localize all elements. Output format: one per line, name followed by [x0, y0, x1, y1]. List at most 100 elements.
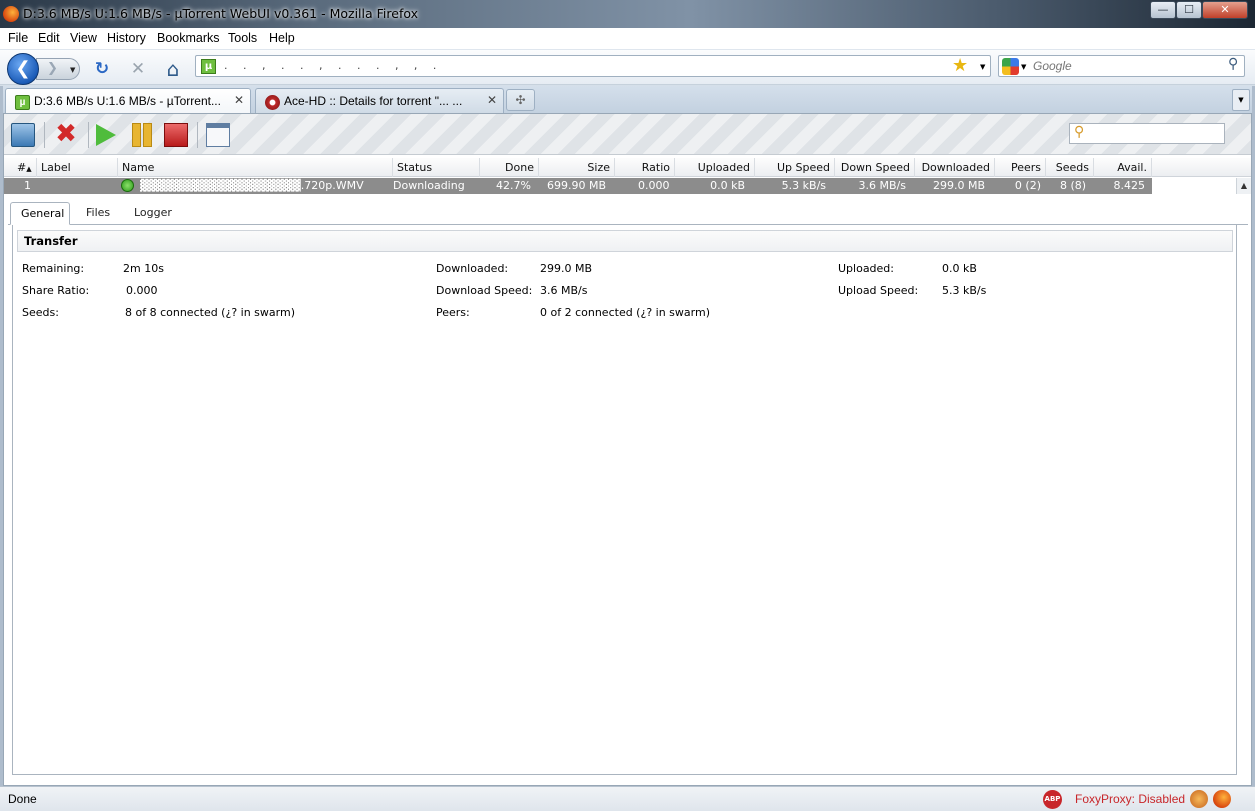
home-icon[interactable]: ⌂: [163, 59, 183, 80]
row-avail: 8.425: [1113, 179, 1146, 192]
row-up-speed: 5.3 kB/s: [781, 179, 826, 192]
column-header-number[interactable]: #▲: [4, 158, 37, 177]
settings-icon[interactable]: [206, 123, 230, 147]
ace-hd-favicon-icon: [265, 95, 280, 110]
status-bar: Done ABP FoxyProxy: Disabled: [0, 786, 1255, 811]
column-header-done[interactable]: Done: [480, 158, 539, 177]
utorrent-toolbar: ✖ ⚲: [4, 114, 1251, 155]
remove-torrent-icon[interactable]: ✖: [54, 121, 78, 147]
scroll-up-button[interactable]: ▲: [1236, 178, 1251, 194]
reload-icon[interactable]: ↻: [92, 60, 112, 80]
toolbar-divider: [44, 122, 45, 148]
tab-label: Ace-HD :: Details for torrent "... ...: [284, 94, 463, 108]
menu-view[interactable]: View: [70, 31, 97, 45]
search-icon: ⚲: [1074, 124, 1085, 140]
stop-icon[interactable]: ✕: [128, 60, 148, 80]
column-header-status[interactable]: Status: [393, 158, 480, 177]
forward-button[interactable]: ❯ ▼: [36, 58, 80, 80]
menu-tools[interactable]: Tools: [228, 31, 257, 45]
tab-label: D:3.6 MB/s U:1.6 MB/s - µTorrent...: [34, 94, 221, 108]
row-ratio: 0.000: [638, 179, 670, 192]
minimize-button[interactable]: —: [1150, 1, 1176, 19]
bookmark-star-icon[interactable]: ★: [952, 55, 968, 76]
tab-close-icon[interactable]: ✕: [234, 93, 244, 107]
download-speed-value: 3.6 MB/s: [540, 284, 588, 297]
search-icon[interactable]: ⚲: [1228, 56, 1238, 72]
menu-edit[interactable]: Edit: [38, 31, 60, 45]
menu-bookmarks[interactable]: Bookmarks: [157, 31, 220, 45]
uploaded-label: Uploaded:: [838, 262, 894, 275]
menu-history[interactable]: History: [107, 31, 146, 45]
column-header-name[interactable]: Name: [118, 158, 393, 177]
tab-general[interactable]: General: [10, 202, 70, 225]
row-seeds: 8 (8): [1060, 179, 1087, 192]
row-label: [41, 178, 49, 194]
row-number: 1: [24, 179, 31, 192]
adblock-plus-icon[interactable]: ABP: [1043, 790, 1062, 809]
google-engine-icon[interactable]: [1002, 58, 1019, 75]
tab-files[interactable]: Files: [76, 202, 120, 225]
general-panel: Transfer Remaining: 2m 10s Share Ratio: …: [12, 225, 1237, 775]
start-icon[interactable]: [96, 124, 116, 146]
search-placeholder[interactable]: Google: [1033, 59, 1072, 73]
tab-close-icon[interactable]: ✕: [487, 93, 497, 107]
row-status: Downloading: [393, 179, 465, 192]
url-bar[interactable]: µ . . , . . , . . . , , . ★ ▼: [195, 55, 991, 77]
search-box[interactable]: ▼ Google ⚲: [998, 55, 1245, 77]
row-down-speed: 3.6 MB/s: [858, 179, 906, 192]
pause-icon[interactable]: [130, 123, 154, 147]
foxyproxy-icon[interactable]: [1190, 790, 1208, 808]
column-header-up-speed[interactable]: Up Speed: [755, 158, 835, 177]
menu-file[interactable]: File: [8, 31, 28, 45]
torrent-filter-input[interactable]: ⚲: [1069, 123, 1225, 144]
menu-help[interactable]: Help: [269, 31, 295, 45]
table-row[interactable]: 1 ▓▓▓▓▓▓▓▓▓▓▓▓▓▓▓▓▓▓▓.720p.WMV Downloadi…: [4, 178, 1152, 194]
column-header-down-speed[interactable]: Down Speed: [835, 158, 915, 177]
remaining-value: 2m 10s: [123, 262, 164, 275]
maximize-button[interactable]: ☐: [1176, 1, 1202, 19]
column-header-uploaded[interactable]: Uploaded: [675, 158, 755, 177]
add-torrent-icon[interactable]: [11, 123, 35, 147]
upload-speed-label: Upload Speed:: [838, 284, 919, 297]
seeds-value: 8 of 8 connected (¿? in swarm): [125, 306, 295, 319]
row-size: 699.90 MB: [546, 179, 606, 192]
column-header-avail[interactable]: Avail.: [1094, 158, 1152, 177]
column-header-ratio[interactable]: Ratio: [615, 158, 675, 177]
foxyproxy-status[interactable]: FoxyProxy: Disabled: [1075, 792, 1185, 806]
close-window-button[interactable]: ✕: [1202, 1, 1248, 19]
stop-torrent-icon[interactable]: [164, 123, 188, 147]
tab-list-button[interactable]: ▼: [1232, 89, 1250, 111]
firefox-extension-icon[interactable]: [1213, 790, 1231, 808]
tab-strip: µ D:3.6 MB/s U:1.6 MB/s - µTorrent... ✕ …: [0, 86, 1255, 114]
remaining-label: Remaining:: [22, 262, 85, 275]
sort-ascending-icon: ▲: [26, 165, 32, 173]
url-text[interactable]: . . , . . , . . . , , .: [224, 59, 442, 72]
row-name: ▓▓▓▓▓▓▓▓▓▓▓▓▓▓▓▓▓▓▓.720p.WMV: [140, 179, 364, 192]
column-header-downloaded[interactable]: Downloaded: [915, 158, 995, 177]
row-peers: 0 (2): [1014, 179, 1041, 192]
url-dropdown-icon[interactable]: ▼: [980, 63, 985, 71]
tab-logger[interactable]: Logger: [124, 202, 182, 225]
column-header-label[interactable]: Label: [37, 158, 118, 177]
tab-utorrent[interactable]: µ D:3.6 MB/s U:1.6 MB/s - µTorrent... ✕: [5, 88, 251, 114]
row-done: 42.7%: [496, 179, 531, 192]
toolbar-divider: [197, 122, 198, 148]
uploaded-value: 0.0 kB: [942, 262, 977, 275]
site-favicon-icon: µ: [201, 59, 216, 74]
column-header-seeds[interactable]: Seeds: [1046, 158, 1094, 177]
detail-tabs: General Files Logger: [8, 202, 1248, 225]
seeds-label: Seeds:: [22, 306, 59, 319]
transfer-heading: Transfer: [17, 230, 1233, 252]
new-tab-button[interactable]: ✣: [506, 89, 535, 111]
window-title: D:3.6 MB/s U:1.6 MB/s - µTorrent WebUI v…: [23, 6, 419, 21]
column-header-peers[interactable]: Peers: [995, 158, 1046, 177]
share-ratio-label: Share Ratio:: [22, 284, 90, 297]
engine-dropdown-icon[interactable]: ▼: [1021, 63, 1026, 71]
history-dropdown-icon[interactable]: ▼: [70, 60, 75, 80]
back-button[interactable]: ❮: [7, 53, 39, 85]
peers-value: 0 of 2 connected (¿? in swarm): [540, 306, 710, 319]
tab-ace-hd[interactable]: Ace-HD :: Details for torrent "... ... ✕: [255, 88, 504, 113]
title-bar: D:3.6 MB/s U:1.6 MB/s - µTorrent WebUI v…: [0, 0, 1255, 28]
status-text: Done: [8, 792, 37, 806]
column-header-size[interactable]: Size: [539, 158, 615, 177]
